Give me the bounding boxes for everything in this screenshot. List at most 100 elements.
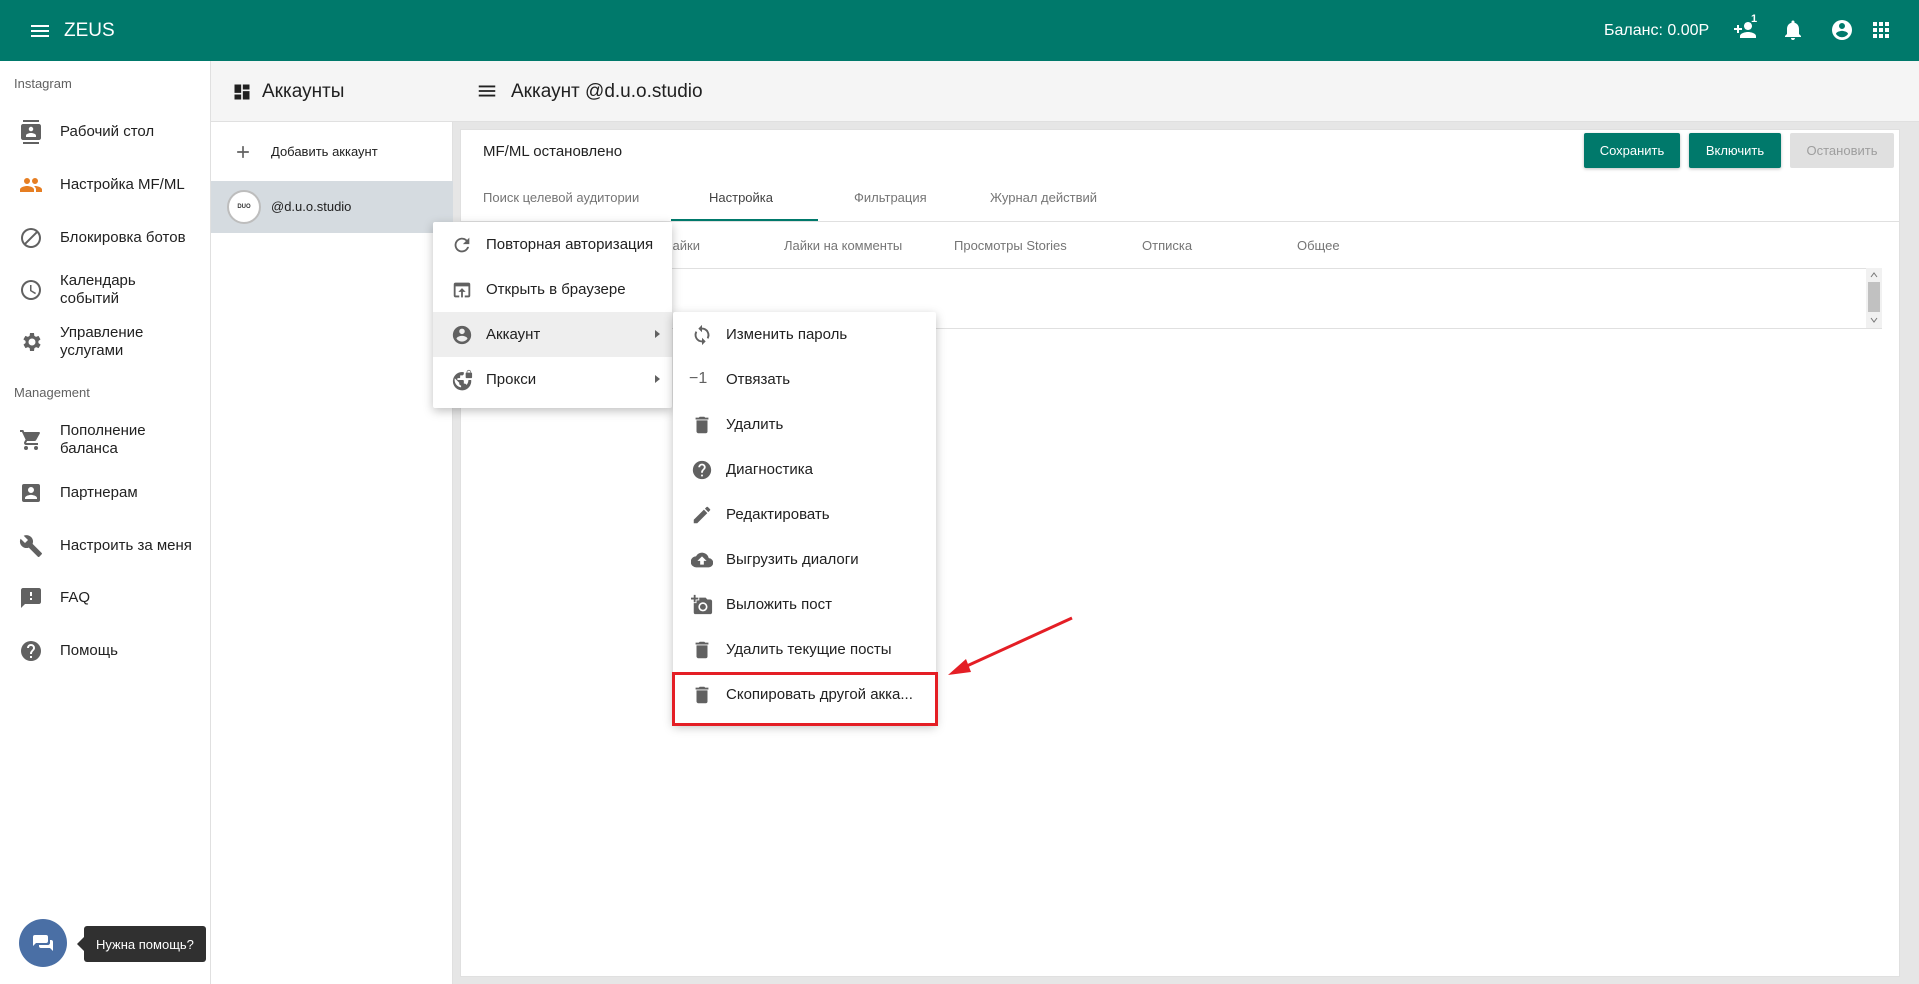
notification-badge: 1 (1751, 13, 1758, 25)
menu-item-publish-post[interactable]: Выложить пост (673, 582, 936, 627)
submenu-arrow-icon (655, 375, 660, 383)
highlight-box (672, 672, 938, 726)
menu-item-delete-current-posts[interactable]: Удалить текущие посты (673, 627, 936, 672)
cart-icon (19, 428, 43, 452)
sidebar-item-topup[interactable]: Пополнение баланса (0, 422, 210, 458)
chat-icon (31, 931, 55, 955)
sidebar-item-label: Пополнение баланса (60, 422, 146, 457)
help-icon (691, 459, 713, 481)
menu-item-label: Открыть в браузере (486, 281, 626, 298)
people-icon (19, 173, 43, 197)
menu-item-label: Выложить пост (726, 596, 832, 613)
subtab-general[interactable]: Общее (1297, 238, 1340, 253)
account-circle-icon (451, 324, 473, 346)
section-label-instagram: Instagram (14, 76, 72, 91)
menu-item-open-browser[interactable]: Открыть в браузере (433, 267, 672, 312)
sidebar-item-label: Настроить за меня (60, 537, 192, 554)
account-context-menu: Повторная авторизация Открыть в браузере… (433, 222, 672, 408)
menu-item-label: Удалить текущие посты (726, 641, 892, 658)
sidebar-item-services[interactable]: Управление услугами (0, 324, 210, 360)
sidebar-item-setup-for-me[interactable]: Настроить за меня (0, 528, 210, 564)
vpn-lock-icon (451, 369, 473, 391)
active-tab-indicator (671, 219, 818, 221)
trash-icon (691, 414, 713, 436)
menu-item-proxy[interactable]: Прокси (433, 357, 672, 402)
menu-item-label: Редактировать (726, 506, 830, 523)
menu-item-export-dialogs[interactable]: Выгрузить диалоги (673, 537, 936, 582)
menu-icon[interactable] (28, 19, 52, 43)
menu-item-label: Изменить пароль (726, 326, 848, 343)
add-account-button[interactable]: Добавить аккаунт (211, 132, 453, 172)
subtab-comment-likes[interactable]: Лайки на комменты (784, 238, 902, 253)
sidebar-item-label: FAQ (60, 589, 91, 606)
sidebar-item-mfml[interactable]: Настройка MF/ML (0, 167, 210, 203)
sidebar-item-label: Помощь (60, 642, 118, 659)
menu-item-change-password[interactable]: Изменить пароль (673, 312, 936, 357)
sidebar-item-help[interactable]: Помощь (0, 633, 210, 669)
menu-item-label: Выгрузить диалоги (726, 551, 859, 568)
sidebar-item-calendar[interactable]: Календарь событий (0, 272, 210, 308)
sidebar-item-partners[interactable]: Партнерам (0, 475, 210, 511)
menu-item-delete[interactable]: Удалить (673, 402, 936, 447)
page-title: Аккаунт @d.u.o.studio (511, 81, 703, 102)
accounts-panel: Аккаунты Добавить аккаунт DUO @d.u.o.stu… (211, 61, 453, 984)
subtab-stories-views[interactable]: Просмотры Stories (954, 238, 1067, 253)
tab-action-log[interactable]: Журнал действий (990, 190, 1097, 205)
menu-item-diagnostics[interactable]: Диагностика (673, 447, 936, 492)
pencil-icon (691, 504, 713, 526)
enable-button[interactable]: Включить (1689, 133, 1781, 168)
accounts-header: Аккаунты (211, 61, 453, 122)
menu-item-reauth[interactable]: Повторная авторизация (433, 222, 672, 267)
menu-item-label: Прокси (486, 371, 537, 388)
accounts-title: Аккаунты (262, 81, 345, 102)
account-submenu: Изменить пароль −1 Отвязать Удалить Диаг… (673, 312, 936, 724)
account-circle-icon[interactable] (1830, 18, 1854, 42)
subtab-unfollow[interactable]: Отписка (1142, 238, 1192, 253)
apps-icon[interactable] (1869, 18, 1893, 42)
tabs-divider (460, 221, 1900, 222)
tab-audience-search[interactable]: Поиск целевой аудитории (483, 190, 639, 205)
menu-item-label: Отвязать (726, 371, 791, 388)
contacts-icon (19, 120, 43, 144)
avatar: DUO (227, 190, 261, 224)
account-list-item[interactable]: DUO @d.u.o.studio (211, 181, 453, 233)
help-icon (19, 639, 43, 663)
sidebar-item-desktop[interactable]: Рабочий стол (0, 114, 210, 150)
sidebar-item-label: Партнерам (60, 484, 138, 501)
save-button[interactable]: Сохранить (1584, 133, 1680, 168)
sidebar-item-label: Управление услугами (60, 324, 144, 359)
menu-item-account[interactable]: Аккаунт (433, 312, 672, 357)
dashboard-icon (232, 82, 252, 102)
sidebar-item-faq[interactable]: FAQ (0, 580, 210, 616)
clock-icon (19, 278, 43, 302)
account-box-icon (19, 481, 43, 505)
section-label-management: Management (14, 385, 90, 400)
app-title: ZEUS (64, 20, 115, 41)
sidebar-item-bot-blocking[interactable]: Блокировка ботов (0, 220, 210, 256)
tab-filtering[interactable]: Фильтрация (854, 190, 927, 205)
menu-item-label: Повторная авторизация (486, 236, 654, 253)
sidebar-item-label: Блокировка ботов (60, 229, 186, 246)
block-icon (19, 226, 43, 250)
chat-button[interactable] (19, 919, 67, 967)
chat-tooltip: Нужна помощь? (77, 926, 206, 962)
minus-one-icon: −1 (689, 370, 708, 387)
submenu-arrow-icon (655, 330, 660, 338)
scroll-up-icon[interactable] (1870, 271, 1878, 279)
open-in-browser-icon (451, 279, 473, 301)
tab-settings[interactable]: Настройка (709, 190, 773, 205)
scrollbar[interactable] (1866, 268, 1882, 328)
gear-icon (19, 330, 43, 354)
scrollbar-thumb[interactable] (1868, 282, 1880, 312)
stop-button[interactable]: Остановить (1790, 133, 1894, 168)
subtabs-divider (460, 268, 1882, 269)
feedback-icon (19, 586, 43, 610)
trash-icon (691, 639, 713, 661)
menu-icon[interactable] (476, 80, 498, 102)
scroll-down-icon[interactable] (1870, 316, 1878, 324)
bell-icon[interactable] (1781, 18, 1805, 42)
menu-item-edit[interactable]: Редактировать (673, 492, 936, 537)
plus-icon (233, 142, 253, 162)
menu-item-label: Удалить (726, 416, 784, 433)
menu-item-unlink[interactable]: −1 Отвязать (673, 357, 936, 402)
